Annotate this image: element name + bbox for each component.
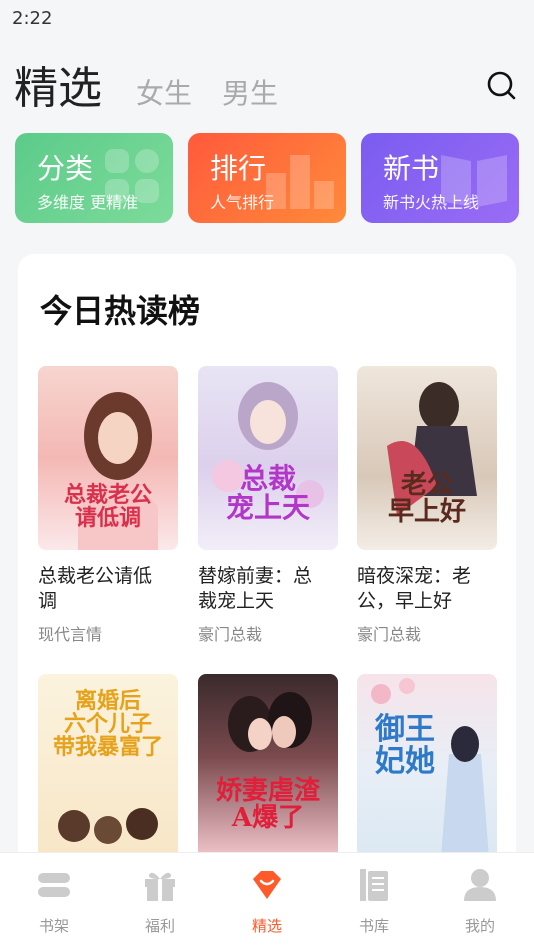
cover-title: 老公 早上好 xyxy=(387,470,466,528)
podium-icon xyxy=(266,155,334,209)
book-cover[interactable]: 御王 妃她 xyxy=(357,674,497,858)
gift-icon xyxy=(145,872,175,901)
bottom-nav-label: 精选 xyxy=(251,917,282,935)
book-name: 暗夜深宠：老公，早上好 xyxy=(357,565,472,612)
book-card[interactable]: 离婚后 六个儿子 带我暴富了 xyxy=(38,674,178,858)
book-genre: 豪门总裁 xyxy=(198,625,263,645)
bottom-nav-label: 福利 xyxy=(144,917,175,935)
book-cover[interactable]: 离婚后 六个儿子 带我暴富了 xyxy=(38,674,178,858)
bookshelf-icon xyxy=(38,873,70,897)
bottom-nav-featured[interactable]: 精选 xyxy=(227,867,307,936)
status-time: 2:22 xyxy=(12,8,53,29)
book-card[interactable]: 总裁老公 请低调 总裁老公请低调 现代言情 xyxy=(38,366,178,645)
search-icon xyxy=(487,71,516,100)
hot-list-title: 今日热读榜 xyxy=(40,292,201,330)
bottom-nav-profile[interactable]: 我的 xyxy=(440,867,520,936)
cover-title: 总裁老公 请低调 xyxy=(63,482,152,532)
book-cover[interactable]: 总裁老公 请低调 xyxy=(38,366,178,550)
book-genre: 现代言情 xyxy=(38,625,103,645)
tab-male[interactable]: 男生 xyxy=(222,72,278,112)
book-card[interactable]: 娇妻虐渣 A爆了 xyxy=(198,674,338,858)
profile-icon xyxy=(464,869,496,901)
bottom-nav: 书架 福利 精选 书库 我的 xyxy=(0,852,534,949)
entry-title: 排行 xyxy=(210,152,267,185)
book-card[interactable]: 御王 妃她 xyxy=(357,674,497,858)
cover-title: 离婚后 六个儿子 带我暴富了 xyxy=(52,688,163,761)
search-button[interactable] xyxy=(486,70,518,102)
cover-title: 总裁 宠上天 xyxy=(225,462,310,525)
hot-list-card: 今日热读榜 总裁老公 请低调 总裁老公请低调 现代言情 总裁 宠上天 替嫁前妻：… xyxy=(18,254,516,894)
book-card[interactable]: 总裁 宠上天 替嫁前妻：总裁宠上天 豪门总裁 xyxy=(198,366,338,645)
new-books-entry[interactable]: 新书 新书火热上线 xyxy=(361,133,519,223)
book-cover[interactable]: 老公 早上好 xyxy=(357,366,497,550)
entry-subtitle: 人气排行 xyxy=(210,193,275,212)
category-entry[interactable]: 分类 多维度 更精准 xyxy=(15,133,173,223)
book-cover[interactable]: 娇妻虐渣 A爆了 xyxy=(198,674,338,858)
book-name: 总裁老公请低调 xyxy=(38,565,153,612)
bottom-nav-welfare[interactable]: 福利 xyxy=(120,867,200,936)
top-nav: 精选 女生 男生 xyxy=(0,56,534,120)
bottom-nav-label: 书架 xyxy=(38,917,69,935)
book-name: 替嫁前妻：总裁宠上天 xyxy=(198,565,313,612)
library-icon xyxy=(360,869,388,901)
book-cover[interactable]: 总裁 宠上天 xyxy=(198,366,338,550)
book-genre: 豪门总裁 xyxy=(357,625,422,645)
featured-icon xyxy=(253,871,281,899)
bottom-nav-library[interactable]: 书库 xyxy=(334,867,414,936)
cover-title: 御王 妃她 xyxy=(375,712,435,779)
ranking-entry[interactable]: 排行 人气排行 xyxy=(188,133,346,223)
quick-entries: 分类 多维度 更精准 排行 人气排行 新书 新书火热上线 xyxy=(15,133,519,223)
tab-female[interactable]: 女生 xyxy=(136,72,192,112)
status-bar: 2:22 xyxy=(0,0,534,40)
cover-title: 娇妻虐渣 A爆了 xyxy=(215,776,320,834)
book-card[interactable]: 老公 早上好 暗夜深宠：老公，早上好 豪门总裁 xyxy=(357,366,497,645)
entry-title: 新书 xyxy=(383,152,440,185)
bottom-nav-label: 书库 xyxy=(358,917,389,935)
bottom-nav-bookshelf[interactable]: 书架 xyxy=(14,867,94,936)
grid-icon xyxy=(105,149,159,203)
entry-title: 分类 xyxy=(37,152,94,185)
tab-featured[interactable]: 精选 xyxy=(14,52,102,116)
open-book-icon xyxy=(441,155,507,207)
bottom-nav-label: 我的 xyxy=(464,917,495,935)
